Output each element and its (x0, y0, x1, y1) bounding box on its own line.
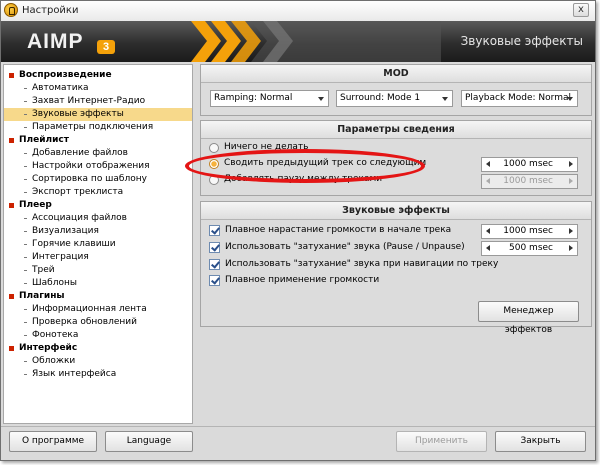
ramping-select[interactable]: Ramping: Normal (210, 90, 329, 107)
tree-group-playback[interactable]: Воспроизведение (4, 69, 192, 82)
language-button[interactable]: Language (105, 431, 193, 452)
title-bar: Настройки x (1, 1, 595, 22)
smooth-volume-label: Плавное применение громкости (225, 275, 380, 285)
tree-line-icon (24, 127, 27, 128)
settings-tree: Воспроизведение Автоматика Захват Интерн… (3, 64, 193, 424)
tree-line-icon (24, 231, 27, 232)
effects-manager-button[interactable]: Менеджер эффектов (478, 301, 579, 335)
settings-content: MOD Ramping: Normal Surround: Mode 1 Pla… (200, 64, 592, 424)
fade-in-duration-spinner[interactable]: 1000 msec (481, 224, 578, 239)
effects-group: Звуковые эффекты Плавное нарастание гром… (200, 201, 592, 335)
close-button[interactable]: Закрыть (495, 431, 586, 452)
tree-item-radio-capture[interactable]: Захват Интернет-Радио (4, 95, 192, 108)
effects-group-title: Звуковые эффекты (201, 202, 591, 220)
aimp-logo-version: 3 (97, 40, 115, 54)
tree-line-icon (24, 153, 27, 154)
bullet-icon (9, 73, 14, 78)
fade-pause-duration-spinner[interactable]: 500 msec (481, 241, 578, 256)
tree-group-plugins[interactable]: Плагины (4, 290, 192, 303)
increase-arrow-icon[interactable] (569, 178, 573, 184)
tree-item-update-check[interactable]: Проверка обновлений (4, 316, 192, 329)
tree-line-icon (24, 335, 27, 336)
bullet-icon (9, 203, 14, 208)
tree-line-icon (24, 270, 27, 271)
header-banner: AIMP 3 Звуковые эффекты (1, 21, 595, 62)
tree-item-sort-template[interactable]: Сортировка по шаблону (4, 173, 192, 186)
tree-item-file-assoc[interactable]: Ассоциация файлов (4, 212, 192, 225)
highlight-ring (185, 149, 425, 183)
increase-arrow-icon[interactable] (569, 228, 573, 234)
tree-line-icon (24, 322, 27, 323)
window-title: Настройки (22, 5, 79, 16)
tree-item-connection[interactable]: Параметры подключения (4, 121, 192, 134)
tree-line-icon (24, 101, 27, 102)
dropdown-arrow-icon (318, 97, 324, 101)
tree-line-icon (24, 309, 27, 310)
tree-item-library[interactable]: Фонотека (4, 329, 192, 342)
tree-group-interface[interactable]: Интерфейс (4, 342, 192, 355)
tree-line-icon (24, 166, 27, 167)
smooth-volume-checkbox[interactable] (209, 275, 220, 286)
surround-select[interactable]: Surround: Mode 1 (336, 90, 453, 107)
tree-item-hotkeys[interactable]: Горячие клавиши (4, 238, 192, 251)
tree-item-export[interactable]: Экспорт треклиста (4, 186, 192, 199)
fade-in-checkbox[interactable] (209, 225, 220, 236)
tree-line-icon (24, 283, 27, 284)
fade-pause-label: Использовать "затухание" звука (Pause / … (225, 242, 465, 252)
decrease-arrow-icon[interactable] (486, 245, 490, 251)
fade-pause-checkbox[interactable] (209, 242, 220, 253)
tree-line-icon (24, 218, 27, 219)
mixing-group-title: Параметры сведения (201, 121, 591, 139)
banner-chevrons (191, 21, 441, 62)
tree-line-icon (24, 114, 27, 115)
pause-duration-spinner[interactable]: 1000 msec (481, 174, 578, 189)
decrease-arrow-icon[interactable] (486, 228, 490, 234)
playback-mode-select[interactable]: Playback Mode: Normal (461, 90, 578, 107)
crossfade-duration-spinner[interactable]: 1000 msec (481, 157, 578, 172)
bullet-icon (9, 346, 14, 351)
fade-navigation-checkbox[interactable] (209, 259, 220, 270)
mod-group-title: MOD (201, 65, 591, 83)
settings-window: Настройки x AIMP 3 Звуковые эффекты Восп… (0, 0, 596, 461)
tree-item-templates[interactable]: Шаблоны (4, 277, 192, 290)
tree-line-icon (24, 192, 27, 193)
tree-item-skins[interactable]: Обложки (4, 355, 192, 368)
tree-item-display[interactable]: Настройки отображения (4, 160, 192, 173)
tree-item-tray[interactable]: Трей (4, 264, 192, 277)
tree-item-visualization[interactable]: Визуализация (4, 225, 192, 238)
about-button[interactable]: О программе (9, 431, 97, 452)
tree-line-icon (24, 374, 27, 375)
radio-no-action[interactable] (209, 143, 219, 153)
aimp-app-icon (4, 3, 18, 17)
bullet-icon (9, 138, 14, 143)
tree-line-icon (24, 257, 27, 258)
aimp-logo: AIMP (27, 30, 84, 53)
tree-item-integration[interactable]: Интеграция (4, 251, 192, 264)
section-title: Звуковые эффекты (460, 34, 583, 48)
fade-navigation-label: Использовать "затухание" звука при навиг… (225, 259, 499, 269)
tree-line-icon (24, 179, 27, 180)
decrease-arrow-icon[interactable] (486, 161, 490, 167)
tree-line-icon (24, 244, 27, 245)
increase-arrow-icon[interactable] (569, 161, 573, 167)
tree-group-playlist[interactable]: Плейлист (4, 134, 192, 147)
mod-group: MOD Ramping: Normal Surround: Mode 1 Pla… (200, 64, 592, 116)
decrease-arrow-icon[interactable] (486, 178, 490, 184)
apply-button[interactable]: Применить (396, 431, 487, 452)
footer-divider (1, 426, 595, 427)
tree-item-automation[interactable]: Автоматика (4, 82, 192, 95)
tree-item-add-files[interactable]: Добавление файлов (4, 147, 192, 160)
dropdown-arrow-icon (442, 97, 448, 101)
increase-arrow-icon[interactable] (569, 245, 573, 251)
tree-group-player[interactable]: Плеер (4, 199, 192, 212)
tree-item-info-feed[interactable]: Информационная лента (4, 303, 192, 316)
bullet-icon (9, 294, 14, 299)
close-window-button[interactable]: x (573, 3, 589, 17)
tree-item-sound-effects[interactable]: Звуковые эффекты (4, 108, 192, 121)
tree-line-icon (24, 88, 27, 89)
fade-in-label: Плавное нарастание громкости в начале тр… (225, 225, 452, 235)
dropdown-arrow-icon (567, 97, 573, 101)
tree-line-icon (24, 361, 27, 362)
tree-item-language[interactable]: Язык интерфейса (4, 368, 192, 381)
